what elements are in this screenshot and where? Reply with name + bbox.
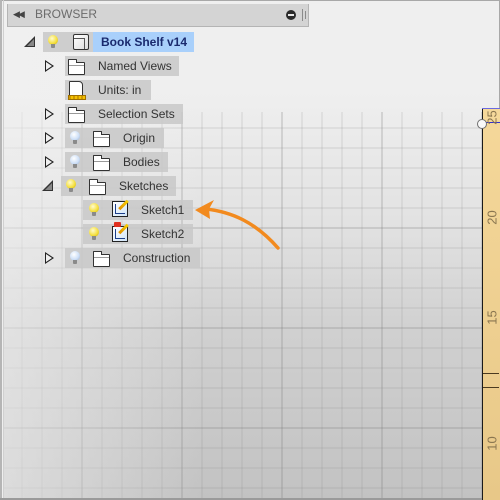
minus-circle-icon[interactable] [286,10,296,20]
double-left-arrow-icon[interactable]: ◀◀ [13,9,25,20]
ruler-label-20: 20 [484,210,500,225]
tree-item-label[interactable]: Origin [123,131,155,145]
grip-handle-icon[interactable] [302,7,307,23]
ruler-tick [483,387,499,388]
lightbulb-on-icon[interactable] [48,35,58,49]
collapse-triangle-icon[interactable] [24,36,35,47]
tree-item-label[interactable]: Bodies [123,155,160,169]
window-frame-left-inner [3,0,4,500]
tree-item-label[interactable]: Selection Sets [98,107,175,121]
window-frame-left [0,0,2,500]
ruler-label-10: 10 [484,436,500,451]
component-cube-icon [73,34,89,50]
tree-item-label[interactable]: Sketch2 [141,227,184,241]
ruler-label-15: 15 [484,310,500,325]
collapse-triangle-icon[interactable] [42,180,53,191]
lightbulb-on-icon[interactable] [66,179,76,193]
tree-root-label[interactable]: Book Shelf v14 [101,35,187,49]
expand-triangle-icon[interactable] [45,252,54,264]
folder-icon [68,59,85,75]
lightbulb-on-icon[interactable] [89,203,99,217]
folder-icon [89,179,106,195]
lightbulb-on-icon[interactable] [89,227,99,241]
tree-item-label[interactable]: Sketch1 [141,203,184,217]
folder-icon [68,107,85,123]
folder-icon [93,155,110,171]
tree-item-label[interactable]: Named Views [98,59,172,73]
tree-item-label[interactable]: Construction [123,251,190,265]
ruler-tick [483,373,499,374]
folder-icon [93,131,110,147]
expand-triangle-icon[interactable] [45,108,54,120]
tree-item-label[interactable]: Sketches [119,179,168,193]
ruler-label-25: 25 [484,110,500,125]
expand-triangle-icon[interactable] [45,156,54,168]
lightbulb-off-icon[interactable] [70,155,80,169]
window-frame-top [0,0,500,1]
expand-triangle-icon[interactable] [45,60,54,72]
lightbulb-off-icon[interactable] [70,251,80,265]
lightbulb-off-icon[interactable] [70,131,80,145]
browser-panel-header: ◀◀ BROWSER [7,4,309,27]
browser-title: BROWSER [35,7,98,21]
folder-icon [93,251,110,267]
tree-item-label[interactable]: Units: in [98,83,141,97]
pin-icon [114,222,121,227]
units-document-icon [68,81,86,100]
expand-triangle-icon[interactable] [45,132,54,144]
